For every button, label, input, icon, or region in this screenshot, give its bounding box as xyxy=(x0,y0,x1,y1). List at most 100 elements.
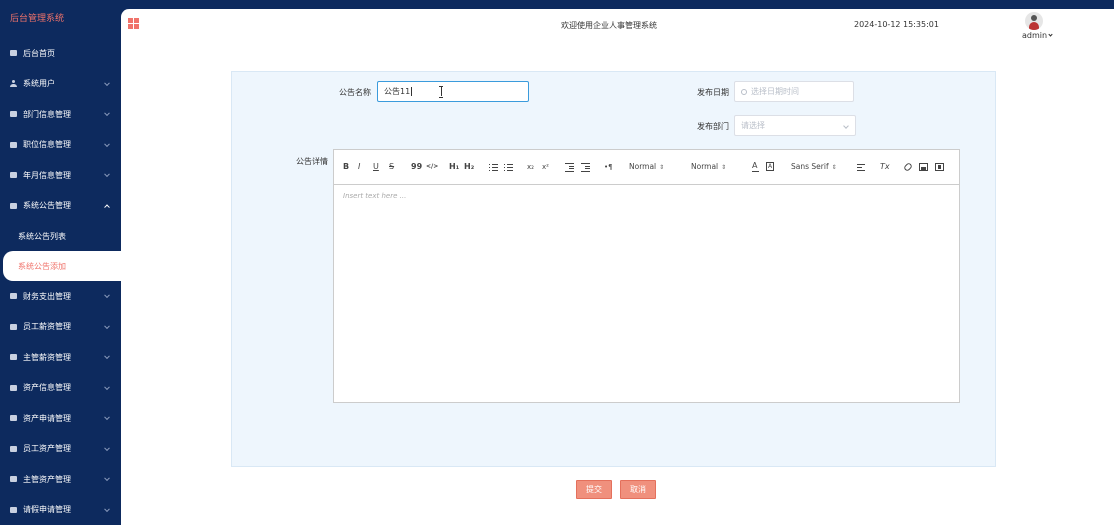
doc-icon xyxy=(10,293,17,300)
doc-icon xyxy=(10,141,17,148)
doc-icon xyxy=(10,476,17,483)
title-label: 公告名称 xyxy=(339,88,371,97)
bullet-list-icon[interactable] xyxy=(504,163,513,171)
image-icon[interactable] xyxy=(919,163,928,171)
chevron-down-icon xyxy=(104,384,110,390)
code-button[interactable]: </> xyxy=(426,162,438,172)
main-panel: 欢迎使用企业人事管理系统 2024-10-12 15:35:01 admin 公… xyxy=(121,9,1114,525)
dept-label: 发布部门 xyxy=(697,122,729,131)
doc-icon xyxy=(10,445,17,452)
subscript-button[interactable]: x₂ xyxy=(527,162,534,172)
sidebar-subitem-notice-add[interactable]: 系统公告添加 xyxy=(3,251,121,281)
chevron-down-icon xyxy=(104,353,110,360)
background-color-icon[interactable]: A xyxy=(766,162,774,171)
editor-content-area[interactable] xyxy=(334,186,959,402)
header-select[interactable]: Normal ⇕ xyxy=(691,162,726,172)
chevron-down-icon xyxy=(104,475,110,482)
font-color-icon[interactable]: A xyxy=(752,161,759,172)
link-icon[interactable] xyxy=(903,162,913,172)
font-select[interactable]: Sans Serif ⇕ xyxy=(791,162,837,172)
sidebar-item-finance[interactable]: 财务支出管理 xyxy=(0,281,121,312)
doc-icon xyxy=(10,384,17,391)
bold-button[interactable]: B xyxy=(343,162,349,172)
sidebar-item-label: 主管薪资管理 xyxy=(23,352,71,362)
chevron-down-icon xyxy=(843,123,849,129)
submit-button[interactable]: 提交 xyxy=(576,480,612,499)
title-input[interactable]: 公告11 xyxy=(377,81,529,102)
updown-arrow-icon: ⇕ xyxy=(659,164,665,171)
person-icon xyxy=(10,80,17,88)
sidebar-item-label: 资产申请管理 xyxy=(23,413,71,423)
h1-button[interactable]: H₁ xyxy=(449,162,459,172)
sidebar-item-label: 系统公告管理 xyxy=(23,201,71,211)
cancel-button[interactable]: 取消 xyxy=(620,480,656,499)
dept-select[interactable]: 请选择 xyxy=(734,115,856,136)
chevron-down-icon xyxy=(104,323,110,329)
doc-icon xyxy=(10,111,17,118)
h2-button[interactable]: H₂ xyxy=(464,162,474,172)
sidebar-item-home[interactable]: 后台首页 xyxy=(0,38,121,69)
sidebar-item-system-users[interactable]: 系统用户 xyxy=(0,69,121,100)
chevron-down-icon xyxy=(104,506,110,512)
quote-button[interactable]: 99 xyxy=(411,162,422,172)
sidebar-item-label: 部门信息管理 xyxy=(23,109,71,119)
sidebar-item-asset-info[interactable]: 资产信息管理 xyxy=(0,373,121,404)
italic-button[interactable]: I xyxy=(358,162,360,172)
datetime-display: 2024-10-12 15:35:01 xyxy=(854,20,939,29)
size-select-value: Normal xyxy=(629,162,657,171)
doc-icon xyxy=(10,415,17,422)
sidebar-item-staff-asset[interactable]: 员工资产管理 xyxy=(0,434,121,465)
text-cursor-icon xyxy=(439,86,443,98)
doc-icon xyxy=(10,506,17,513)
sidebar-item-label: 年月信息管理 xyxy=(23,170,71,180)
user-menu[interactable]: admin xyxy=(1022,31,1053,40)
chevron-down-icon xyxy=(104,292,110,299)
sidebar-item-department[interactable]: 部门信息管理 xyxy=(0,99,121,130)
align-icon[interactable] xyxy=(857,163,866,171)
strike-button[interactable]: S xyxy=(389,162,394,172)
indent-icon[interactable] xyxy=(581,163,590,172)
sidebar-item-leave[interactable]: 请假申请管理 xyxy=(0,495,121,525)
sidebar-item-manager-asset[interactable]: 主管资产管理 xyxy=(0,464,121,495)
sidebar-item-label: 财务支出管理 xyxy=(23,291,71,301)
monitor-icon xyxy=(10,50,17,57)
sidebar-item-asset-apply[interactable]: 资产申请管理 xyxy=(0,403,121,434)
sidebar-item-label: 资产信息管理 xyxy=(23,383,71,393)
sidebar-subitem-notice-list[interactable]: 系统公告列表 xyxy=(0,221,121,251)
chevron-down-icon xyxy=(104,414,110,421)
doc-icon xyxy=(10,172,17,179)
chevron-down-icon xyxy=(104,110,110,117)
text-direction-button[interactable]: •¶ xyxy=(604,162,613,172)
sidebar-item-yearmonth[interactable]: 年月信息管理 xyxy=(0,160,121,191)
menu-toggle-icon[interactable] xyxy=(128,18,139,29)
clock-icon xyxy=(741,88,747,95)
sidebar-item-manager-salary[interactable]: 主管薪资管理 xyxy=(0,342,121,373)
sidebar-item-notice[interactable]: 系统公告管理 xyxy=(0,191,121,222)
sidebar-item-position[interactable]: 职位信息管理 xyxy=(0,130,121,161)
sidebar-item-label: 系统用户 xyxy=(23,79,55,89)
detail-label: 公告详情 xyxy=(296,157,328,166)
outdent-icon[interactable] xyxy=(565,163,574,172)
sidebar-item-label: 请假申请管理 xyxy=(23,505,71,515)
notice-form: 公告名称 公告11 发布日期 选择日期时间 发布部门 请选择 公告详情 B I … xyxy=(231,71,996,467)
sidebar-item-staff-salary[interactable]: 员工薪资管理 xyxy=(0,312,121,343)
video-icon[interactable] xyxy=(935,163,944,171)
chevron-down-icon xyxy=(104,141,110,147)
clean-format-button[interactable]: Tx xyxy=(880,162,890,172)
sidebar-item-label: 后台首页 xyxy=(23,48,55,58)
chevron-up-icon xyxy=(104,204,110,210)
underline-button[interactable]: U xyxy=(373,162,379,172)
superscript-button[interactable]: x² xyxy=(542,162,549,172)
doc-icon xyxy=(10,202,17,209)
ordered-list-icon[interactable] xyxy=(489,163,498,171)
updown-arrow-icon: ⇕ xyxy=(831,164,837,171)
chevron-down-icon xyxy=(104,445,110,451)
date-label: 发布日期 xyxy=(697,88,729,97)
font-select-value: Sans Serif xyxy=(791,162,829,171)
sidebar-item-label: 员工资产管理 xyxy=(23,444,71,454)
brand-title: 后台管理系统 xyxy=(10,14,65,24)
rich-text-editor: B I U S 99 </> H₁ H₂ x₂ x² •¶ Normal ⇕ N… xyxy=(333,149,960,403)
size-select[interactable]: Normal ⇕ xyxy=(629,162,664,172)
date-picker[interactable]: 选择日期时间 xyxy=(734,81,854,102)
avatar[interactable] xyxy=(1025,12,1043,30)
